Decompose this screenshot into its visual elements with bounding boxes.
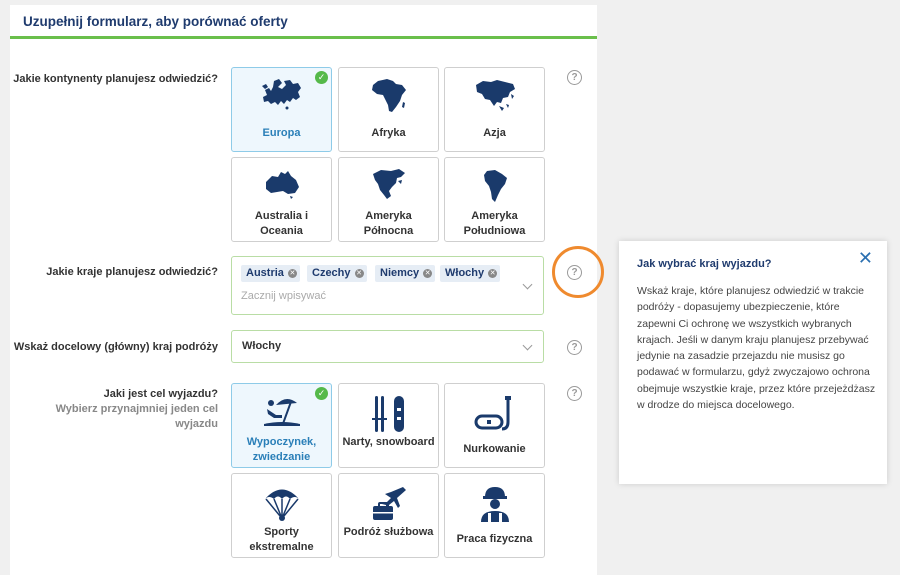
europe-map-icon — [232, 78, 331, 114]
continent-tile-north-america[interactable]: Ameryka Północna — [338, 157, 439, 242]
purpose-label-text: Wypoczynek, zwiedzanie — [246, 436, 317, 463]
chip-label: Włochy — [445, 267, 485, 279]
purpose-label-text: Sporty ekstremalne — [249, 526, 314, 553]
asia-map-icon — [445, 78, 544, 114]
continent-label: Afryka — [371, 127, 406, 139]
purpose-tile-physical-work[interactable]: Praca fizyczna — [444, 473, 545, 558]
chip-label: Czechy — [312, 267, 351, 279]
purpose-label-text: Praca fizyczna — [456, 533, 533, 545]
countries-multiselect[interactable]: Austria ✕ Czechy ✕ Niemcy ✕ Włochy ✕ Zac… — [231, 256, 544, 315]
purpose-label-text: Jaki jest cel wyjazdu? — [103, 388, 218, 400]
briefcase-plane-icon — [339, 484, 438, 520]
continents-label: Jakie kontynenty planujesz odwiedzić? — [13, 73, 218, 85]
skis-icon — [339, 394, 438, 432]
diving-mask-icon — [445, 394, 544, 431]
purpose-help-icon[interactable]: ? — [567, 386, 582, 401]
countries-placeholder[interactable]: Zacznij wpisywać — [241, 290, 326, 302]
purpose-label: Jaki jest cel wyjazdu? Wybierz przynajmn… — [10, 387, 218, 432]
continent-tile-australia[interactable]: Australia i Oceania — [231, 157, 332, 242]
continent-label: Europa — [262, 127, 301, 139]
continent-tile-south-america[interactable]: Ameryka Południowa — [444, 157, 545, 242]
destination-help-icon[interactable]: ? — [567, 340, 582, 355]
countries-label: Jakie kraje planujesz odwiedzić? — [46, 266, 218, 278]
purpose-tile-leisure[interactable]: Wypoczynek, zwiedzanie ✓ — [231, 383, 332, 468]
north-america-map-icon — [339, 168, 438, 204]
parachute-icon — [232, 484, 331, 521]
africa-map-icon — [339, 78, 438, 114]
remove-chip-icon[interactable]: ✕ — [488, 269, 498, 278]
continents-help-icon[interactable]: ? — [567, 70, 582, 85]
australia-map-icon — [232, 168, 331, 204]
form-title: Uzupełnij formularz, aby porównać oferty — [10, 5, 597, 39]
continent-tile-africa[interactable]: Afryka — [338, 67, 439, 152]
destination-select[interactable]: Włochy — [231, 330, 544, 363]
chevron-down-icon[interactable] — [522, 279, 533, 290]
country-chip: Austria ✕ — [241, 265, 300, 282]
tooltip-title: Jak wybrać kraj wyjazdu? — [637, 258, 772, 270]
south-america-map-icon — [445, 168, 544, 204]
close-icon[interactable]: ✕ — [858, 249, 873, 267]
check-icon: ✓ — [315, 71, 328, 84]
check-icon: ✓ — [315, 387, 328, 400]
chip-label: Niemcy — [380, 267, 420, 279]
purpose-label-text: Podróż służbowa — [343, 526, 434, 538]
beach-umbrella-icon — [232, 394, 331, 430]
continent-label: Ameryka Południowa — [463, 210, 526, 237]
continent-label: Ameryka Północna — [363, 210, 414, 237]
remove-chip-icon[interactable]: ✕ — [423, 269, 433, 278]
continent-tile-europe[interactable]: Europa ✓ — [231, 67, 332, 152]
continent-label: Australia i Oceania — [254, 210, 309, 237]
purpose-label-text: Narty, snowboard — [342, 436, 435, 448]
help-tooltip: Jak wybrać kraj wyjazdu? ✕ Wskaż kraje, … — [619, 241, 887, 484]
remove-chip-icon[interactable]: ✕ — [287, 269, 297, 278]
purpose-tile-extreme[interactable]: Sporty ekstremalne — [231, 473, 332, 558]
country-chip: Niemcy ✕ — [375, 265, 436, 282]
purpose-label-text: Nurkowanie — [463, 443, 526, 455]
tooltip-body: Wskaż kraje, które planujesz odwiedzić w… — [637, 285, 876, 412]
destination-value: Włochy — [242, 340, 282, 352]
chip-label: Austria — [246, 267, 284, 279]
remove-chip-icon[interactable]: ✕ — [354, 269, 364, 278]
purpose-tile-business[interactable]: Podróż służbowa — [338, 473, 439, 558]
worker-helmet-icon — [445, 484, 544, 522]
form-card: Uzupełnij formularz, aby porównać oferty… — [10, 5, 597, 575]
continent-label: Azja — [483, 127, 506, 139]
country-chip: Czechy ✕ — [307, 265, 367, 282]
purpose-tile-ski[interactable]: Narty, snowboard — [338, 383, 439, 468]
purpose-sublabel: Wybierz przynajmniej jeden cel wyjazdu — [55, 403, 218, 430]
chevron-down-icon[interactable] — [522, 340, 533, 351]
help-highlight-ring — [552, 246, 604, 298]
country-chip: Włochy ✕ — [440, 265, 501, 282]
destination-label: Wskaż docelowy (główny) kraj podróży — [13, 341, 218, 353]
continent-tile-asia[interactable]: Azja — [444, 67, 545, 152]
purpose-tile-diving[interactable]: Nurkowanie — [444, 383, 545, 468]
